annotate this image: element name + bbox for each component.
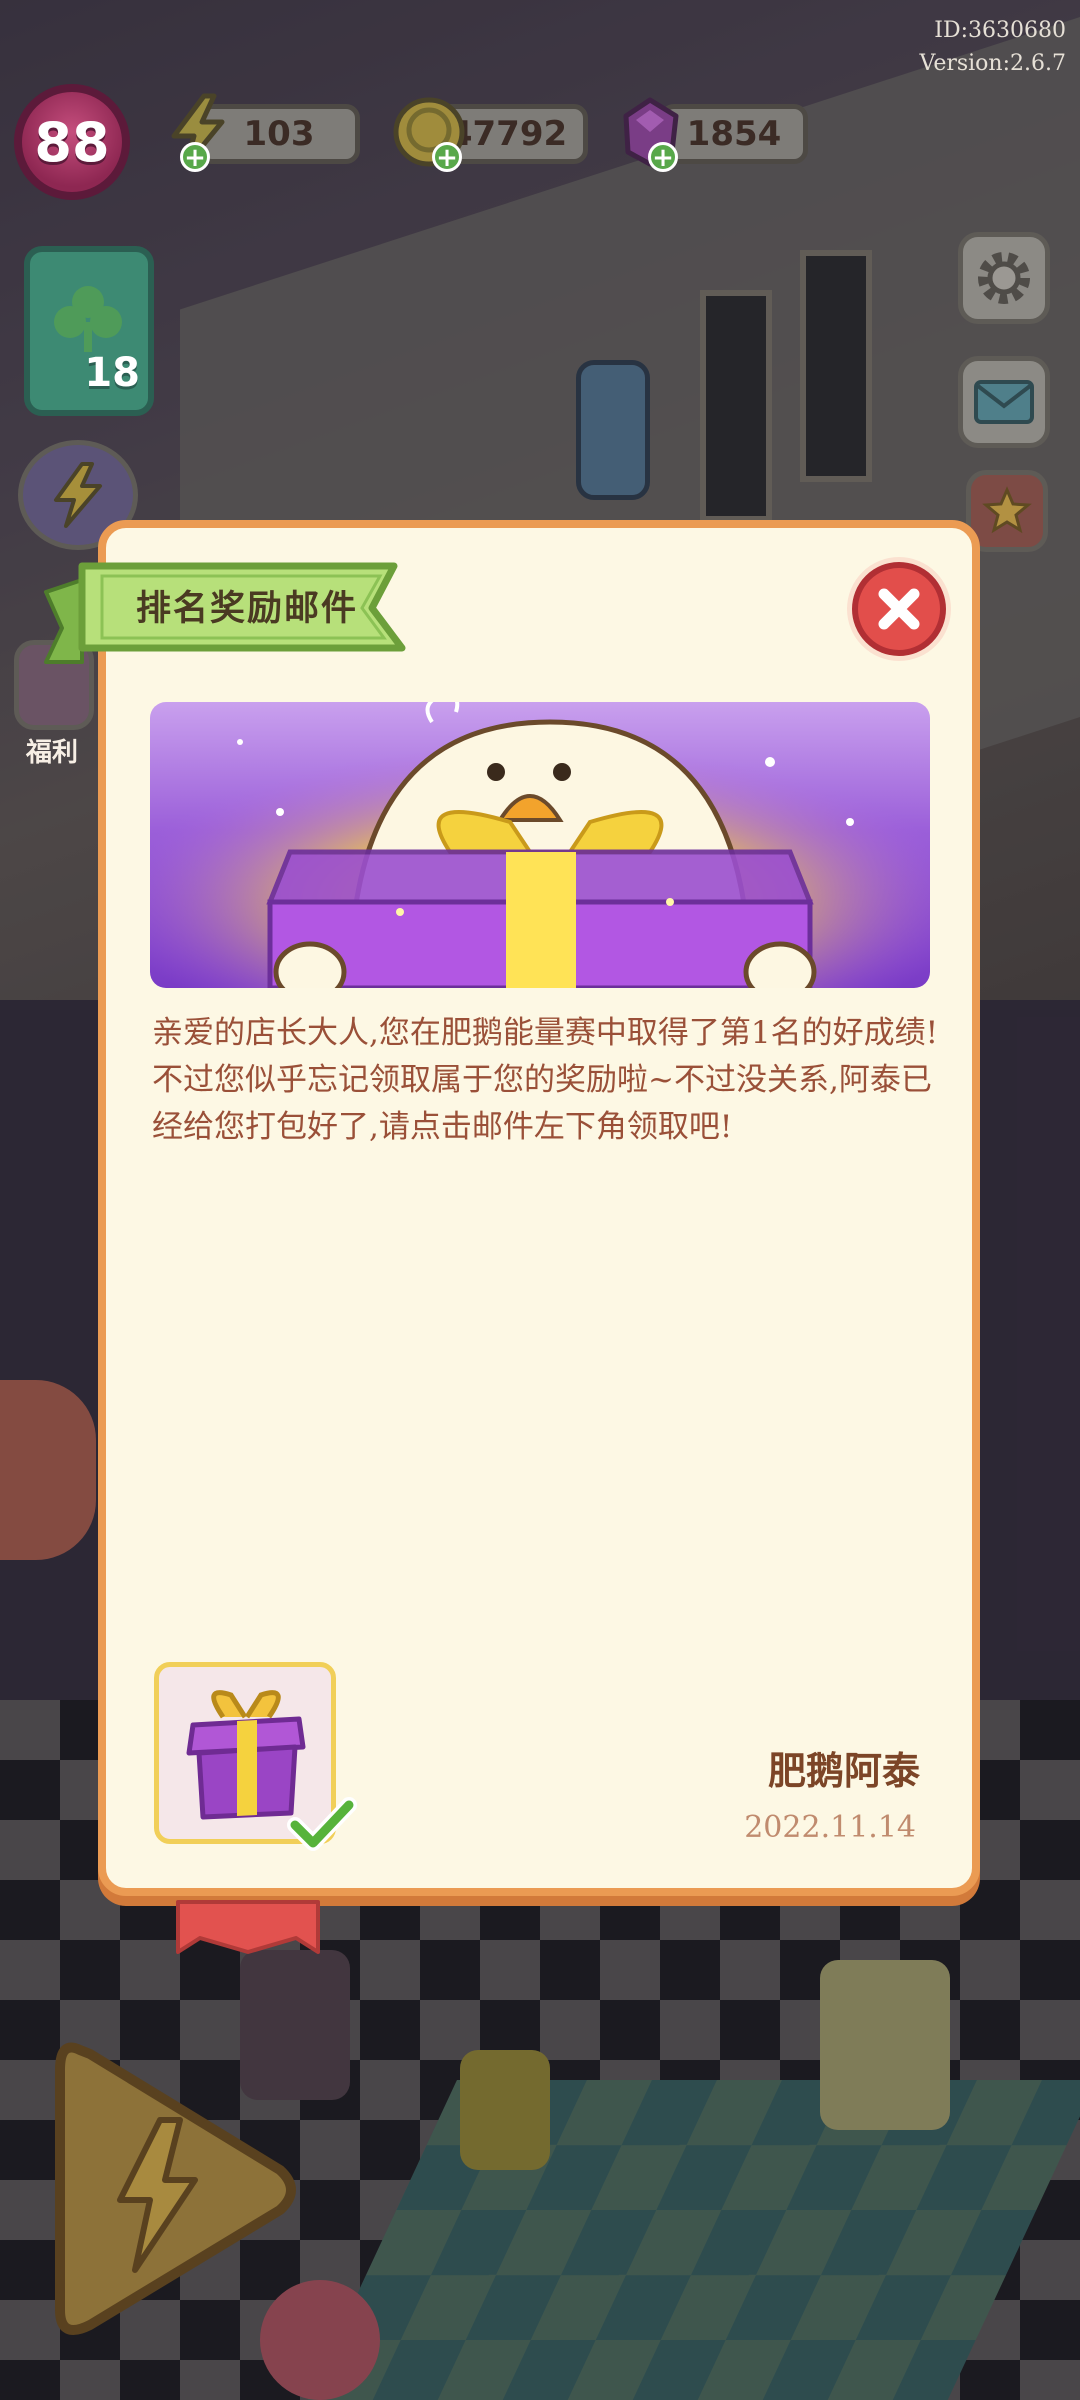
goose-gift-illustration xyxy=(150,702,930,988)
close-icon xyxy=(878,588,920,630)
mail-title: 排名奖励邮件 xyxy=(135,589,358,629)
bookmark-ribbon xyxy=(176,1900,320,1954)
reward-attachment[interactable] xyxy=(154,1662,357,1851)
mail-date: 2022.11.14 xyxy=(744,1810,916,1845)
close-button[interactable] xyxy=(852,562,946,656)
add-gems-icon[interactable]: + xyxy=(648,142,678,172)
add-coins-icon[interactable]: + xyxy=(432,142,462,172)
mail-body: 亲爱的店长大人,您在肥鹅能量赛中取得了第1名的好成绩!不过您似乎忘记领取属于您的… xyxy=(152,1015,939,1145)
energy-value: 103 xyxy=(243,114,315,154)
welfare-label: 福利 xyxy=(26,738,79,768)
player-level: 88 xyxy=(34,110,110,174)
star-icon xyxy=(982,486,1032,534)
build-version: Version:2.6.7 xyxy=(919,51,1066,76)
gem-value: 1854 xyxy=(686,114,782,154)
settings-button[interactable] xyxy=(958,232,1050,324)
mail-icon xyxy=(974,380,1034,424)
claimed-check-icon xyxy=(287,1797,357,1851)
mail-button[interactable] xyxy=(958,356,1050,448)
add-energy-icon[interactable]: + xyxy=(180,142,210,172)
player-level-badge[interactable]: 88 xyxy=(14,84,130,200)
collection-card-button[interactable]: 18 xyxy=(24,246,154,416)
energy-play-button[interactable] xyxy=(40,2030,300,2350)
lightning-icon xyxy=(54,462,102,528)
collection-count: 18 xyxy=(84,350,140,396)
build-info: ID:3630680 Version:2.6.7 xyxy=(919,14,1066,80)
reward-banner xyxy=(150,702,930,988)
gear-icon xyxy=(978,252,1030,304)
mail-sender: 肥鹅阿泰 xyxy=(767,1749,920,1793)
build-id: ID:3630680 xyxy=(934,18,1066,43)
clover-icon xyxy=(54,286,122,352)
